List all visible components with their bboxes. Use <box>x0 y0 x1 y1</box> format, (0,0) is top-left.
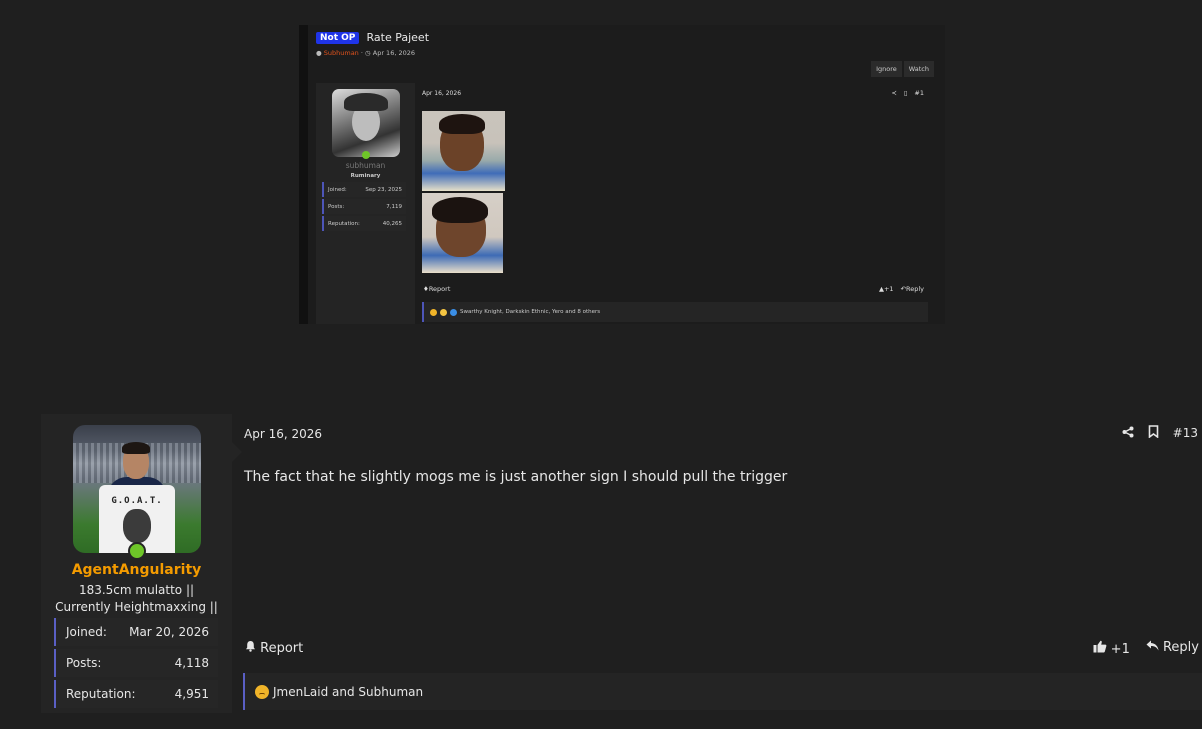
embedded-reactions-text: Swarthy Knight, Darkskin Ethnic, Yero an… <box>460 309 601 315</box>
embedded-reactions: Swarthy Knight, Darkskin Ethnic, Yero an… <box>422 302 928 322</box>
stat-label: Joined: <box>328 186 347 193</box>
user-panel: G.O.A.T. AgentAngularity 183.5cm mulatto… <box>41 414 242 713</box>
bookmark-icon: ▯ <box>903 89 908 97</box>
stat-label: Reputation: <box>66 687 136 701</box>
stat-value: 7,119 <box>386 203 402 210</box>
reactions-bar[interactable]: JmenLaid and Subhuman <box>243 673 1202 710</box>
post-tools: #13 <box>1122 425 1198 441</box>
embedded-avatar <box>332 89 400 157</box>
avatar[interactable]: G.O.A.T. <box>73 425 201 553</box>
watch-button: Watch <box>903 61 934 77</box>
thumbs-up-icon <box>1093 640 1111 657</box>
post-date[interactable]: Apr 16, 2026 <box>244 427 322 441</box>
embedded-post: subhuman Ruminary Joined: Sep 23, 2025 P… <box>316 83 928 324</box>
report-label: Report <box>260 641 304 656</box>
reply-button[interactable]: Reply <box>1146 640 1199 657</box>
panel-arrow <box>232 442 242 462</box>
report-label: Report <box>428 285 451 293</box>
thread-title: Rate Pajeet <box>366 31 430 44</box>
embedded-user-title: Ruminary <box>350 173 381 179</box>
embedded-stat-reputation: Reputation: 40,265 <box>322 216 406 231</box>
stat-value: Sep 23, 2025 <box>365 186 402 193</box>
embedded-post-number: #1 <box>914 89 924 97</box>
embedded-user-panel: subhuman Ruminary Joined: Sep 23, 2025 P… <box>316 83 415 324</box>
username[interactable]: AgentAngularity <box>41 562 232 578</box>
embedded-post-date: Apr 16, 2026 <box>422 90 462 97</box>
stat-joined: Joined: Mar 20, 2026 <box>54 618 218 646</box>
like-count: +1 <box>1110 642 1130 657</box>
reply-label: Reply <box>1162 640 1199 655</box>
user-icon: ● <box>316 49 322 57</box>
stat-label: Reputation: <box>328 220 360 227</box>
thread-date: Apr 16, 2026 <box>372 49 416 57</box>
embedded-stat-posts: Posts: 7,119 <box>322 199 406 214</box>
embedded-photo-side <box>422 193 503 273</box>
stat-label: Posts: <box>328 203 345 210</box>
like-label: +1 <box>883 285 894 293</box>
online-indicator <box>362 151 370 159</box>
embedded-post-tools: ≺ ▯ #1 <box>891 89 924 97</box>
stat-value: Mar 20, 2026 <box>129 625 209 639</box>
ignore-button: Ignore <box>871 61 902 77</box>
embedded-like: ▲+1 <box>878 285 894 293</box>
reply-icon <box>1146 640 1163 655</box>
embedded-thread-screenshot: Not OP Rate Pajeet ● Subhuman · ◷ Apr 16… <box>299 25 945 324</box>
thread-buttons: Ignore Watch <box>871 61 934 77</box>
online-indicator <box>128 542 146 560</box>
share-icon[interactable] <box>1122 426 1134 441</box>
embedded-report: ♦Report <box>423 285 450 293</box>
reaction-emoji-icon <box>450 308 457 316</box>
share-icon: ≺ <box>891 89 897 97</box>
reaction-emoji-icon <box>440 308 447 316</box>
thread-meta: ● Subhuman · ◷ Apr 16, 2026 <box>316 49 416 57</box>
reaction-emoji-icon <box>430 308 437 316</box>
user-title: 183.5cm mulatto || Currently Heightmaxxi… <box>55 583 218 614</box>
stat-value: 4,951 <box>174 687 209 701</box>
stat-label: Posts: <box>66 656 102 670</box>
stat-posts: Posts: 4,118 <box>54 649 218 677</box>
thread-author: Subhuman <box>323 49 359 57</box>
reply-label: Reply <box>905 285 924 293</box>
post-body: The fact that he slightly mogs me is jus… <box>244 469 788 485</box>
post-number[interactable]: #13 <box>1173 426 1198 440</box>
embedded-username: subhuman <box>345 161 386 170</box>
reactions-text[interactable]: JmenLaid and Subhuman <box>273 685 423 699</box>
embedded-reply: ↶Reply <box>900 285 924 293</box>
not-op-badge: Not OP <box>316 31 360 44</box>
embedded-actions: ▲+1 ↶Reply <box>879 285 924 293</box>
bookmark-icon[interactable] <box>1148 425 1159 441</box>
report-button[interactable]: Report <box>245 640 303 656</box>
post-actions: +1 Reply <box>1093 640 1199 657</box>
like-button[interactable]: +1 <box>1093 640 1130 657</box>
avatar-shirt-text: G.O.A.T. <box>111 496 163 506</box>
stat-label: Joined: <box>66 625 107 639</box>
stat-value: 4,118 <box>174 656 209 670</box>
stat-reputation: Reputation: 4,951 <box>54 680 218 708</box>
forum-post: G.O.A.T. AgentAngularity 183.5cm mulatto… <box>41 414 1202 714</box>
embedded-stat-joined: Joined: Sep 23, 2025 <box>322 182 406 197</box>
clock-icon: ◷ <box>365 49 371 57</box>
bell-icon <box>245 641 260 656</box>
sad-emoji-icon <box>255 684 269 699</box>
screenshot-edge <box>299 25 308 324</box>
embedded-photo-front <box>422 111 505 191</box>
thread-header: Not OP Rate Pajeet ● Subhuman · ◷ Apr 16… <box>316 27 429 57</box>
stat-value: 40,265 <box>382 220 402 227</box>
